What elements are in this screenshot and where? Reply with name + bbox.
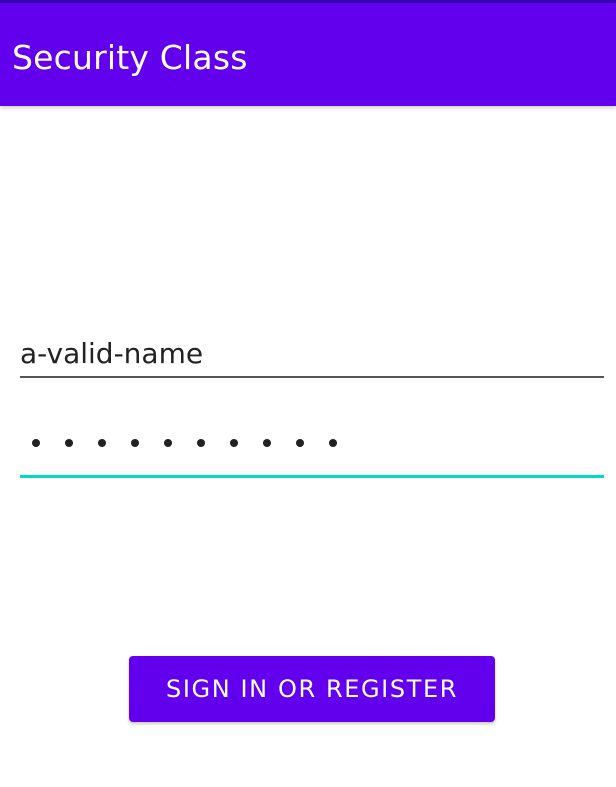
username-underline (20, 376, 604, 378)
password-dot (32, 439, 40, 447)
sign-in-or-register-button[interactable]: SIGN IN OR REGISTER (129, 656, 495, 722)
password-dot (329, 439, 337, 447)
password-dot (164, 439, 172, 447)
password-underline (20, 475, 604, 478)
password-field[interactable] (20, 425, 604, 478)
password-dot (98, 439, 106, 447)
password-dot (197, 439, 205, 447)
password-dot (296, 439, 304, 447)
username-value[interactable]: a-valid-name (20, 336, 203, 372)
password-dot (65, 439, 73, 447)
username-field[interactable]: a-valid-name (20, 330, 604, 378)
app-title: Security Class (12, 38, 248, 77)
sign-in-or-register-label: SIGN IN OR REGISTER (166, 675, 458, 703)
password-dots[interactable] (20, 439, 350, 447)
app-bar: Security Class (0, 0, 616, 106)
password-dot (230, 439, 238, 447)
password-dot (263, 439, 271, 447)
password-dot (131, 439, 139, 447)
